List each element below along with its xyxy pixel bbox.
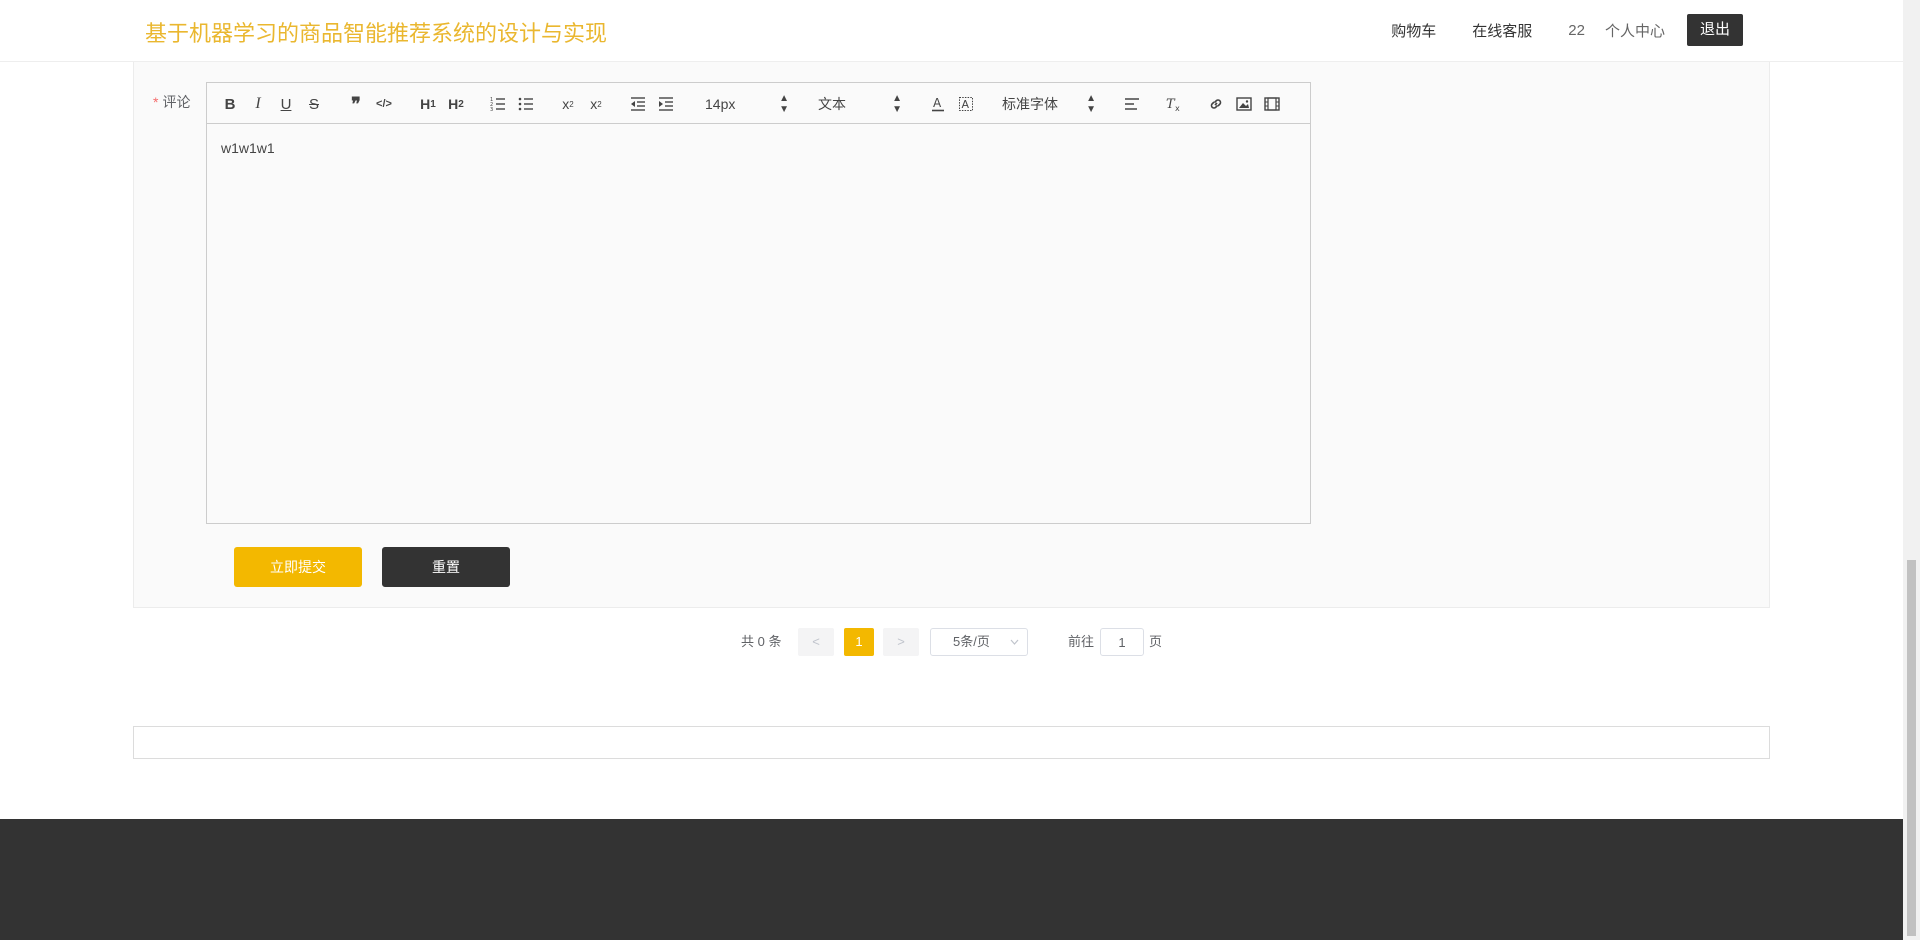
video-icon[interactable] [1261,93,1283,115]
ordered-list-icon[interactable]: 123 [487,93,509,115]
goto-label: 前往 [1068,634,1095,649]
editor-text[interactable]: w1w1w1 [221,140,275,156]
required-mark: * [153,94,159,110]
prev-page-button[interactable]: < [798,628,834,656]
font-family-select[interactable]: 标准字体 ▲ ▼ [1002,93,1096,115]
background-color-icon[interactable]: A [955,93,977,115]
comment-label-text: 评论 [162,94,191,110]
site-title[interactable]: 基于机器学习的商品智能推荐系统的设计与实现 [145,16,607,48]
bullet-list-icon[interactable] [515,93,537,115]
svg-text:3: 3 [490,107,493,111]
reset-button[interactable]: 重置 [382,547,510,587]
select-arrows-icon: ▲ ▼ [779,93,789,115]
empty-panel [133,726,1770,759]
editor-content[interactable]: w1w1w1 [207,124,1310,523]
chevron-down-icon [1010,629,1019,666]
header-select-value: 文本 [818,96,846,112]
submit-button[interactable]: 立即提交 [234,547,362,587]
nav-username: 22 [1568,21,1585,39]
code-block-icon[interactable]: </> [373,93,395,115]
comment-label: * 评论 [153,92,190,112]
select-arrows-icon: ▲ ▼ [1086,93,1096,115]
bold-icon[interactable]: B [219,93,241,115]
select-arrows-icon: ▲ ▼ [892,93,902,115]
blockquote-icon[interactable]: ❞ [345,93,367,115]
header: 基于机器学习的商品智能推荐系统的设计与实现 购物车 在线客服 22 个人中心 退… [0,0,1903,62]
pagination-total: 共 0 条 [741,634,782,649]
nav-profile[interactable]: 个人中心 [1605,20,1665,41]
scrollbar-thumb[interactable] [1907,560,1916,936]
link-icon[interactable] [1205,93,1227,115]
page-size-select[interactable]: 5条/页 [930,628,1028,656]
h1-icon[interactable]: H1 [415,93,441,115]
svg-text:A: A [962,98,970,111]
top-nav: 购物车 在线客服 22 个人中心 退出 [1355,14,1743,46]
page-number-current[interactable]: 1 [844,628,874,656]
font-color-icon[interactable]: A [927,93,949,115]
indent-icon[interactable] [655,93,677,115]
clear-format-icon[interactable]: Tx [1163,93,1185,115]
header-select[interactable]: 文本 ▲ ▼ [818,93,902,115]
italic-icon[interactable]: I [247,93,269,115]
page-size-value: 5条/页 [953,634,990,649]
goto-page-input[interactable] [1100,628,1144,656]
editor-toolbar: B I U S ❞ </> H1 H2 123 x2 x2 14px ▲ ▼ 文本… [207,83,1310,124]
image-icon[interactable] [1233,93,1255,115]
logout-button[interactable]: 退出 [1686,14,1743,46]
font-family-value: 标准字体 [1002,96,1058,112]
font-size-value: 14px [705,96,736,112]
nav-service[interactable]: 在线客服 [1472,20,1532,41]
page-scrollbar[interactable] [1903,0,1920,940]
footer [0,819,1903,940]
rich-text-editor: B I U S ❞ </> H1 H2 123 x2 x2 14px ▲ ▼ 文本… [206,82,1311,524]
nav-cart[interactable]: 购物车 [1391,20,1436,41]
next-page-button[interactable]: > [883,628,919,656]
outdent-icon[interactable] [627,93,649,115]
strike-icon[interactable]: S [303,93,325,115]
superscript-icon[interactable]: x2 [585,93,607,115]
font-size-select[interactable]: 14px ▲ ▼ [705,93,789,115]
align-icon[interactable] [1121,93,1143,115]
svg-text:A: A [933,96,942,110]
h2-icon[interactable]: H2 [443,93,469,115]
svg-text:x: x [1175,104,1180,112]
page-suffix-label: 页 [1149,634,1163,649]
subscript-icon[interactable]: x2 [557,93,579,115]
underline-icon[interactable]: U [275,93,297,115]
